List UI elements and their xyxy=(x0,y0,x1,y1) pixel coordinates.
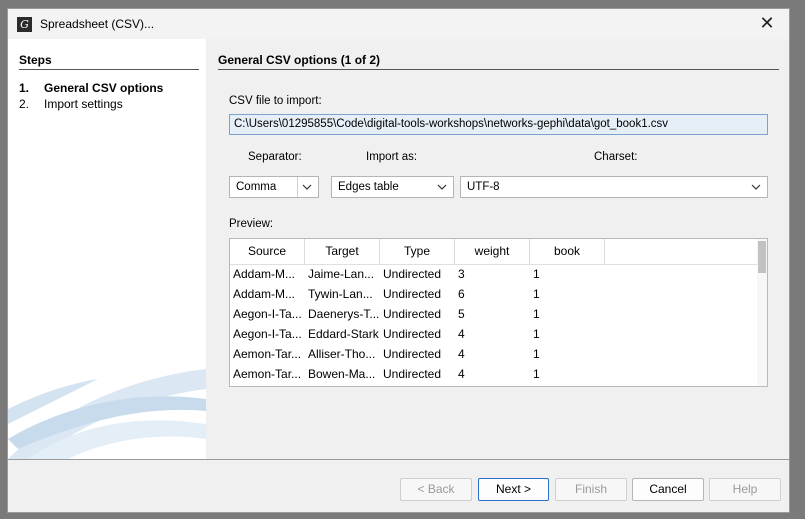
cell-target: Daenerys-T... xyxy=(308,307,380,321)
cell-target: Eddard-Stark xyxy=(308,327,379,341)
step-import-settings: 2. Import settings xyxy=(19,97,123,111)
steps-panel: Steps 1. General CSV options 2. Import set… xyxy=(8,39,206,459)
table-row: Addam-M... Jaime-Lan... Undirected 3 1 xyxy=(230,264,758,284)
cell-source: Aegon-I-Ta... xyxy=(233,307,302,321)
cell-weight: 5 xyxy=(458,307,465,321)
chevron-down-icon xyxy=(302,184,312,190)
cell-type: Undirected xyxy=(383,307,442,321)
content-header: General CSV options (1 of 2) xyxy=(218,53,779,70)
preview-label: Preview: xyxy=(229,218,274,230)
preview-table-header: Source Target Type weight book xyxy=(230,239,758,265)
window-title: Spreadsheet (CSV)... xyxy=(40,17,155,31)
import-as-label: Import as: xyxy=(366,151,418,163)
column-header-weight[interactable]: weight xyxy=(455,239,530,264)
table-row: Aemon-Tar... Alliser-Tho... Undirected 4… xyxy=(230,344,758,364)
cancel-button[interactable]: Cancel xyxy=(632,478,704,501)
table-row: Addam-M... Tywin-Lan... Undirected 6 1 xyxy=(230,284,758,304)
cell-weight: 4 xyxy=(458,327,465,341)
column-header-empty xyxy=(605,239,758,264)
cell-source: Aegon-I-Ta... xyxy=(233,327,302,341)
finish-button[interactable]: Finish xyxy=(555,478,627,501)
close-button[interactable]: ✕ xyxy=(755,13,779,35)
cell-book: 1 xyxy=(533,287,540,301)
decorative-swoosh-graphic xyxy=(8,369,206,459)
cell-source: Aemon-Tar... xyxy=(233,347,302,361)
column-header-source[interactable]: Source xyxy=(230,239,305,264)
footer-divider xyxy=(8,459,789,460)
import-as-value: Edges table xyxy=(338,181,399,193)
cell-type: Undirected xyxy=(383,287,442,301)
title-bar[interactable]: G Spreadsheet (CSV)... ✕ xyxy=(8,9,789,39)
cell-weight: 4 xyxy=(458,347,465,361)
separator-value: Comma xyxy=(236,181,277,193)
steps-header: Steps xyxy=(19,53,199,70)
step-number: 1. xyxy=(19,81,30,95)
help-button[interactable]: Help xyxy=(709,478,781,501)
file-to-import-label: CSV file to import: xyxy=(229,95,322,107)
cell-book: 1 xyxy=(533,367,540,381)
column-header-target[interactable]: Target xyxy=(305,239,380,264)
cell-target: Bowen-Ma... xyxy=(308,367,376,381)
back-button[interactable]: < Back xyxy=(400,478,472,501)
step-label: General CSV options xyxy=(44,81,164,95)
cell-weight: 4 xyxy=(458,367,465,381)
cell-source: Addam-M... xyxy=(233,287,296,301)
table-row: Aegon-I-Ta... Daenerys-T... Undirected 5… xyxy=(230,304,758,324)
step-general-csv-options: 1. General CSV options xyxy=(19,81,163,95)
cell-target: Jaime-Lan... xyxy=(308,267,375,281)
chevron-down-icon xyxy=(437,184,447,190)
import-as-select[interactable]: Edges table xyxy=(331,176,454,198)
column-header-type[interactable]: Type xyxy=(380,239,455,264)
step-label: Import settings xyxy=(44,97,123,111)
charset-select[interactable]: UTF-8 xyxy=(460,176,768,198)
scrollbar-thumb[interactable] xyxy=(758,241,766,273)
cell-target: Tywin-Lan... xyxy=(308,287,373,301)
csv-file-path-field[interactable]: C:\Users\01295855\Code\digital-tools-wor… xyxy=(229,114,768,135)
preview-table[interactable]: Source Target Type weight book Addam-M..… xyxy=(229,238,768,387)
cell-source: Aemon-Tar... xyxy=(233,367,302,381)
gephi-app-icon: G xyxy=(17,17,32,32)
chevron-down-icon xyxy=(751,184,761,190)
column-header-book[interactable]: book xyxy=(530,239,605,264)
cell-book: 1 xyxy=(533,327,540,341)
cell-source: Addam-M... xyxy=(233,267,296,281)
table-row: Aemon-Tar... Bowen-Ma... Undirected 4 1 xyxy=(230,364,758,384)
next-button[interactable]: Next > xyxy=(478,478,549,501)
cell-type: Undirected xyxy=(383,327,442,341)
cell-type: Undirected xyxy=(383,267,442,281)
preview-scrollbar[interactable] xyxy=(757,239,767,386)
cell-type: Undirected xyxy=(383,367,442,381)
charset-label: Charset: xyxy=(594,151,638,163)
cell-book: 1 xyxy=(533,267,540,281)
cell-book: 1 xyxy=(533,307,540,321)
table-row: Aegon-I-Ta... Eddard-Stark Undirected 4 … xyxy=(230,324,758,344)
cell-type: Undirected xyxy=(383,347,442,361)
cell-weight: 3 xyxy=(458,267,465,281)
charset-value: UTF-8 xyxy=(467,181,500,193)
separator-select[interactable]: Comma xyxy=(229,176,319,198)
select-divider xyxy=(297,177,298,197)
import-dialog: G Spreadsheet (CSV)... ✕ Steps 1. General… xyxy=(7,8,790,513)
separator-label: Separator: xyxy=(248,151,302,163)
cell-target: Alliser-Tho... xyxy=(308,347,376,361)
cell-weight: 6 xyxy=(458,287,465,301)
cell-book: 1 xyxy=(533,347,540,361)
step-number: 2. xyxy=(19,97,30,111)
